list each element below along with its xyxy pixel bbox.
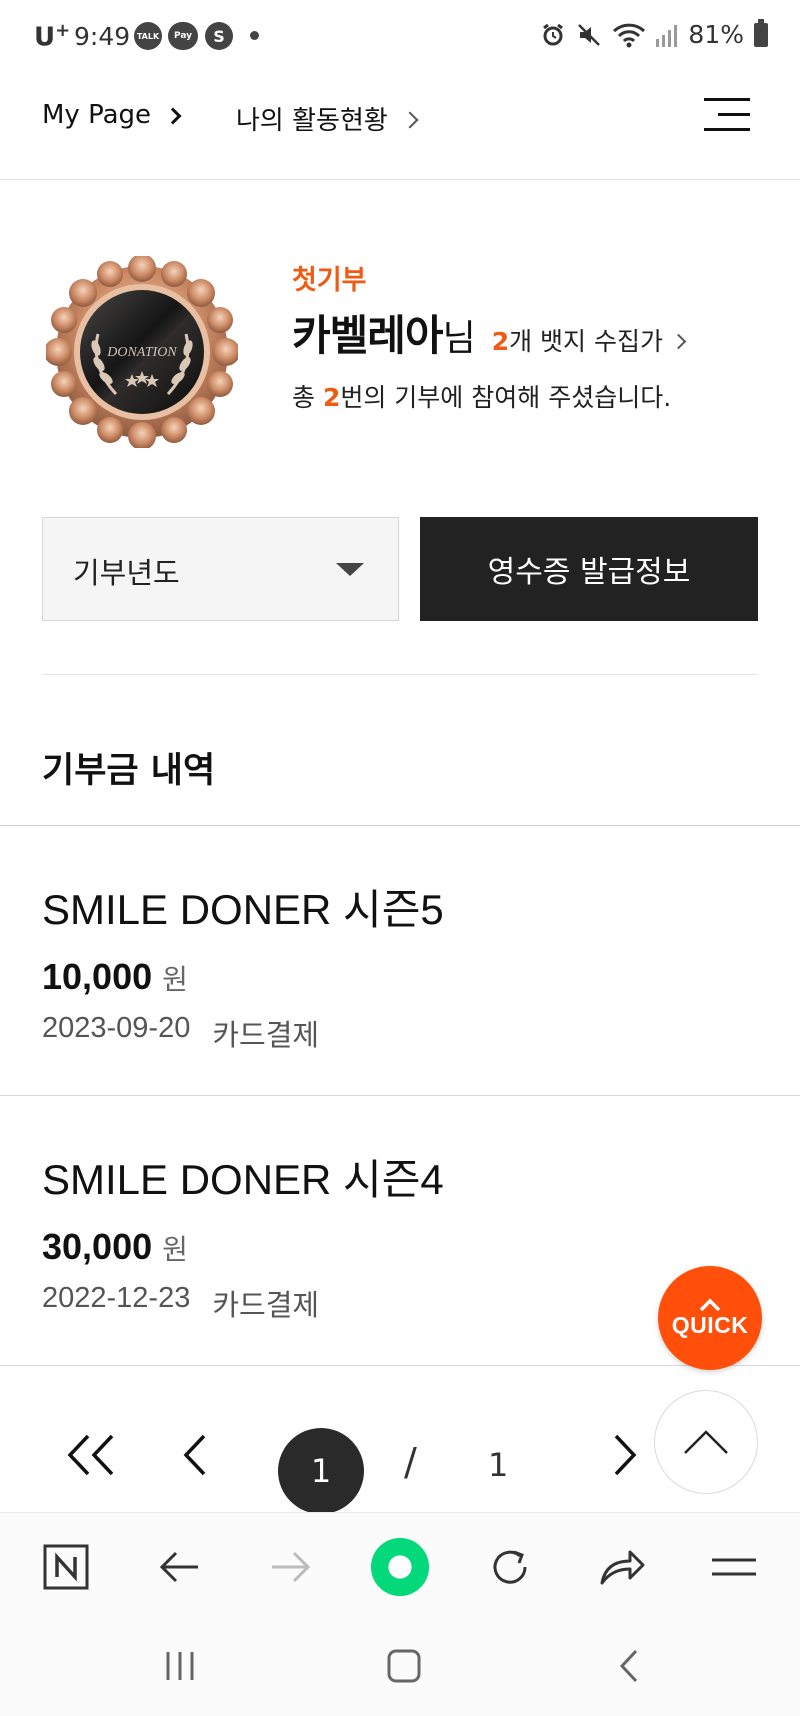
menu-icon[interactable] xyxy=(704,1537,764,1597)
battery-icon xyxy=(754,18,768,47)
back-arrow-icon[interactable] xyxy=(150,1537,210,1597)
badge-count-label: 개 뱃지 수집가 xyxy=(509,327,663,356)
first-page-icon[interactable] xyxy=(64,1430,120,1480)
prev-page-icon[interactable] xyxy=(180,1430,210,1480)
donation-amount: 30,000 원 xyxy=(42,1226,188,1268)
home-icon[interactable] xyxy=(384,1646,424,1686)
pay-icon: Pay xyxy=(168,22,198,50)
payment-method: 카드결제 xyxy=(212,1020,320,1052)
campaign-title: SMILE DONER 시즌5 xyxy=(42,886,444,933)
receipt-info-button[interactable]: 영수증 발급정보 xyxy=(420,517,758,621)
status-bar: U+ 9:49 TALK Pay S 81% xyxy=(0,0,800,72)
hamburger-menu-button[interactable] xyxy=(704,94,750,136)
divider xyxy=(42,674,758,675)
amount-unit: 원 xyxy=(162,963,188,996)
battery-percent: 81% xyxy=(688,20,744,49)
forward-arrow-icon xyxy=(260,1537,320,1597)
chevron-right-icon xyxy=(401,111,419,128)
carrier: U+ xyxy=(34,20,71,53)
breadcrumb-label: My Page xyxy=(42,100,152,130)
notification-dot-icon xyxy=(250,31,259,40)
browser-toolbar xyxy=(0,1512,800,1618)
donor-name-row: 카벨레아 님 2개 뱃지 수집가 xyxy=(292,302,687,363)
quick-menu-button[interactable]: QUICK xyxy=(658,1266,762,1370)
share-icon[interactable] xyxy=(592,1537,652,1597)
back-icon[interactable] xyxy=(610,1646,650,1686)
donation-count: 2 xyxy=(322,383,341,412)
naver-n-icon[interactable] xyxy=(36,1537,96,1597)
donor-level: 첫기부 xyxy=(292,265,367,296)
section-title: 기부금 내역 xyxy=(42,751,216,791)
breadcrumb-my-page[interactable]: My Page xyxy=(42,100,182,130)
signal-icon xyxy=(656,24,678,47)
amount-value: 10,000 xyxy=(42,956,153,997)
status-time: 9:49 xyxy=(74,22,131,51)
donation-date: 2022-12-23 xyxy=(42,1282,191,1314)
donation-badge-icon: DONATION xyxy=(46,256,238,448)
donation-meta: 2023-09-20 카드결제 xyxy=(42,1012,319,1054)
status-indicators: 81% xyxy=(540,18,768,49)
amount-unit: 원 xyxy=(162,1233,188,1266)
wifi-icon xyxy=(613,23,646,47)
page-header: My Page 나의 활동현황 xyxy=(0,76,800,180)
chevron-right-icon xyxy=(164,107,182,125)
svg-text:DONATION: DONATION xyxy=(106,345,177,360)
alarm-icon xyxy=(543,23,564,45)
donor-name: 카벨레아 xyxy=(292,311,444,360)
donation-list-item[interactable]: SMILE DONER 시즌5 10,000 원 2023-09-20 카드결제 xyxy=(0,826,800,1096)
s-app-icon: S xyxy=(205,22,233,50)
green-dot-icon[interactable] xyxy=(370,1537,430,1597)
breadcrumb-activity[interactable]: 나의 활동현황 xyxy=(236,100,419,137)
total-pages: 1 xyxy=(488,1446,509,1484)
donor-honorific: 님 xyxy=(442,318,476,359)
refresh-icon[interactable] xyxy=(480,1537,540,1597)
scroll-to-top-button[interactable] xyxy=(654,1390,758,1494)
system-nav-bar xyxy=(0,1618,800,1716)
breadcrumb-label: 나의 활동현황 xyxy=(236,106,388,136)
payment-method: 카드결제 xyxy=(212,1290,320,1322)
next-page-icon[interactable] xyxy=(610,1430,640,1480)
badge-count: 2 xyxy=(491,327,510,356)
caret-down-icon xyxy=(336,563,364,576)
amount-value: 30,000 xyxy=(42,1226,153,1267)
kakaotalk-icon: TALK xyxy=(134,22,162,50)
donation-amount: 10,000 원 xyxy=(42,956,188,998)
donation-date: 2023-09-20 xyxy=(42,1012,191,1044)
quick-label: QUICK xyxy=(671,1311,749,1338)
chevron-up-icon xyxy=(699,1298,721,1311)
page-separator: / xyxy=(404,1440,417,1484)
donation-meta: 2022-12-23 카드결제 xyxy=(42,1282,319,1324)
current-page[interactable]: 1 xyxy=(278,1428,364,1514)
badge-collection-link[interactable]: 2개 뱃지 수집가 xyxy=(491,322,687,358)
recent-apps-icon[interactable] xyxy=(160,1646,200,1686)
campaign-title: SMILE DONER 시즌4 xyxy=(42,1156,444,1203)
mute-icon xyxy=(578,23,601,46)
chevron-right-icon xyxy=(670,333,687,349)
donation-year-select[interactable]: 기부년도 xyxy=(42,517,399,621)
donation-summary: 총 2번의 기부에 참여해 주셨습니다. xyxy=(292,383,672,412)
year-select-label: 기부년도 xyxy=(73,556,180,590)
chevron-up-icon xyxy=(684,1430,728,1454)
